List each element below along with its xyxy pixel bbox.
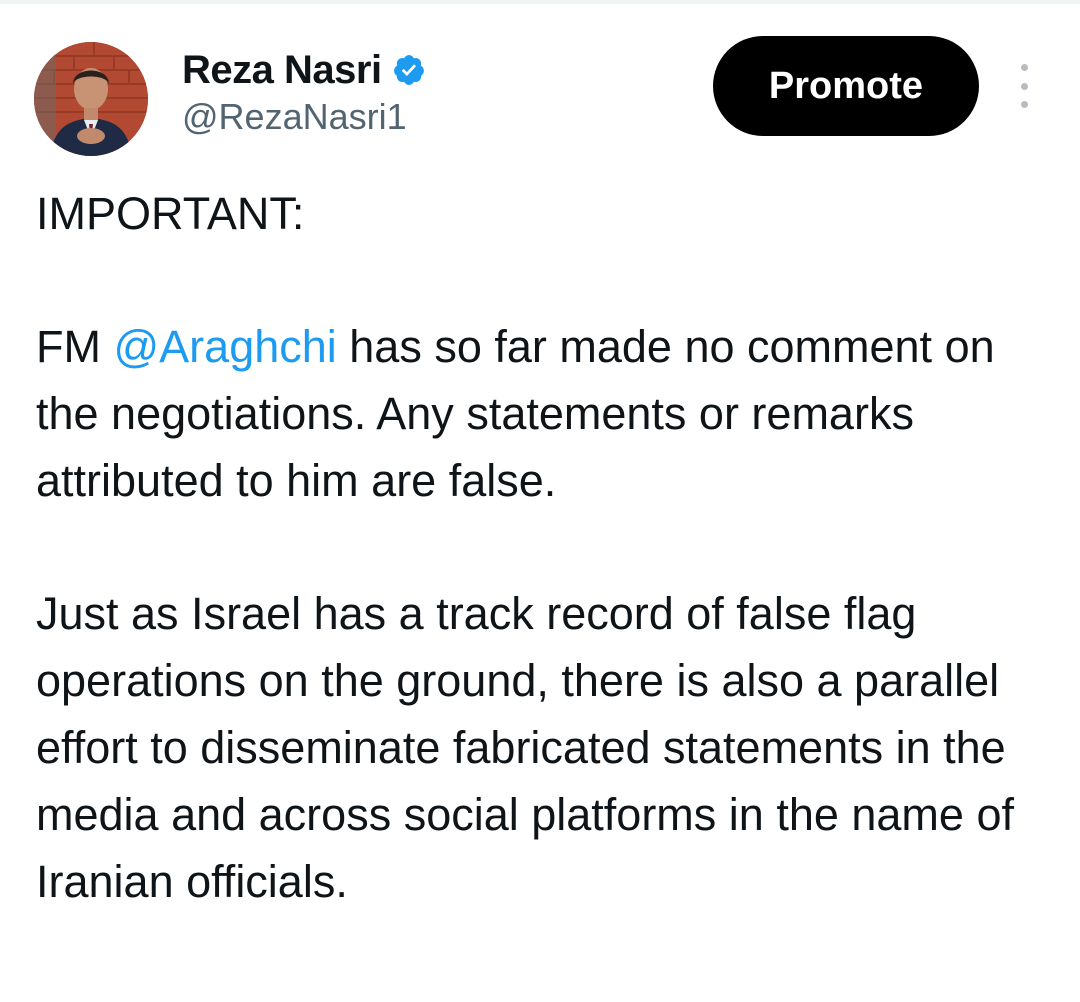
tweet-p1-prefix: FM [36,321,114,372]
vertical-ellipsis-icon[interactable] [1010,64,1038,108]
verified-badge-icon[interactable] [392,53,426,87]
mention-link[interactable]: @Araghchi [113,321,336,372]
promote-button[interactable]: Promote [713,36,979,136]
author-handle[interactable]: @RezaNasri1 [182,96,407,138]
avatar-photo [34,42,148,156]
tweet-paragraph-1: FM @Araghchi has so far made no comment … [36,313,1056,514]
tweet-paragraph-2: Just as Israel has a track record of fal… [36,588,1014,907]
tweet-heading: IMPORTANT: [36,188,305,239]
ellipsis-dot [1020,64,1028,71]
ellipsis-dot [1020,82,1028,90]
ellipsis-dot [1020,101,1028,108]
author-display-name[interactable]: Reza Nasri [182,48,382,93]
author-name-row: Reza Nasri [182,46,426,94]
avatar[interactable] [34,42,148,156]
tweet-text: IMPORTANT: FM @Araghchi has so far made … [36,180,1056,915]
top-divider [0,0,1080,4]
